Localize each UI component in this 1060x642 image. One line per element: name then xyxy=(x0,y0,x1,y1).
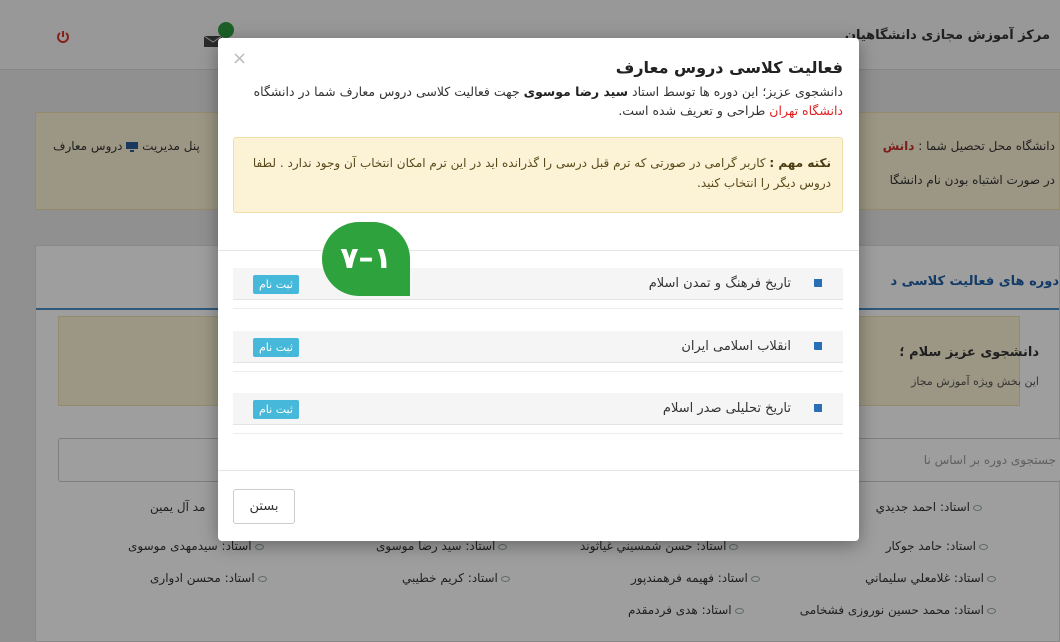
note-text: کاربر گرامی در صورتی که ترم قبل درسی را … xyxy=(252,156,831,190)
course-name: تاریخ فرهنگ و تمدن اسلام xyxy=(648,276,791,291)
book-icon xyxy=(814,279,822,287)
divider xyxy=(218,250,859,251)
enroll-button[interactable]: ثبت نام xyxy=(253,338,299,357)
teacher-name: سید رضا موسوی xyxy=(523,84,629,99)
modal-description: دانشجوی عزیز؛ این دوره ها توسط استاد سید… xyxy=(253,84,843,118)
note-label: نکته مهم : xyxy=(769,156,831,170)
book-icon xyxy=(814,342,822,350)
book-icon xyxy=(814,404,822,412)
modal-title: فعالیت کلاسی دروس معارف xyxy=(615,58,843,77)
university-name: دانشگاه تهران xyxy=(769,103,843,118)
important-note: نکته مهم : کاربر گرامی در صورتی که ترم ق… xyxy=(233,137,843,213)
step-badge: ۷–۱ xyxy=(322,222,410,296)
maaref-modal: × فعالیت کلاسی دروس معارف دانشجوی عزیز؛ … xyxy=(218,38,859,541)
divider xyxy=(218,470,859,471)
close-button[interactable]: بستن xyxy=(233,489,295,524)
course-row: انقلاب اسلامی ایران ثبت نام xyxy=(233,331,843,372)
course-row: تاریخ تحلیلی صدر اسلام ثبت نام xyxy=(233,393,843,434)
enroll-button[interactable]: ثبت نام xyxy=(253,275,299,294)
close-icon[interactable]: × xyxy=(232,48,247,69)
course-name: انقلاب اسلامی ایران xyxy=(681,339,791,354)
enroll-button[interactable]: ثبت نام xyxy=(253,400,299,419)
course-name: تاریخ تحلیلی صدر اسلام xyxy=(662,401,791,416)
